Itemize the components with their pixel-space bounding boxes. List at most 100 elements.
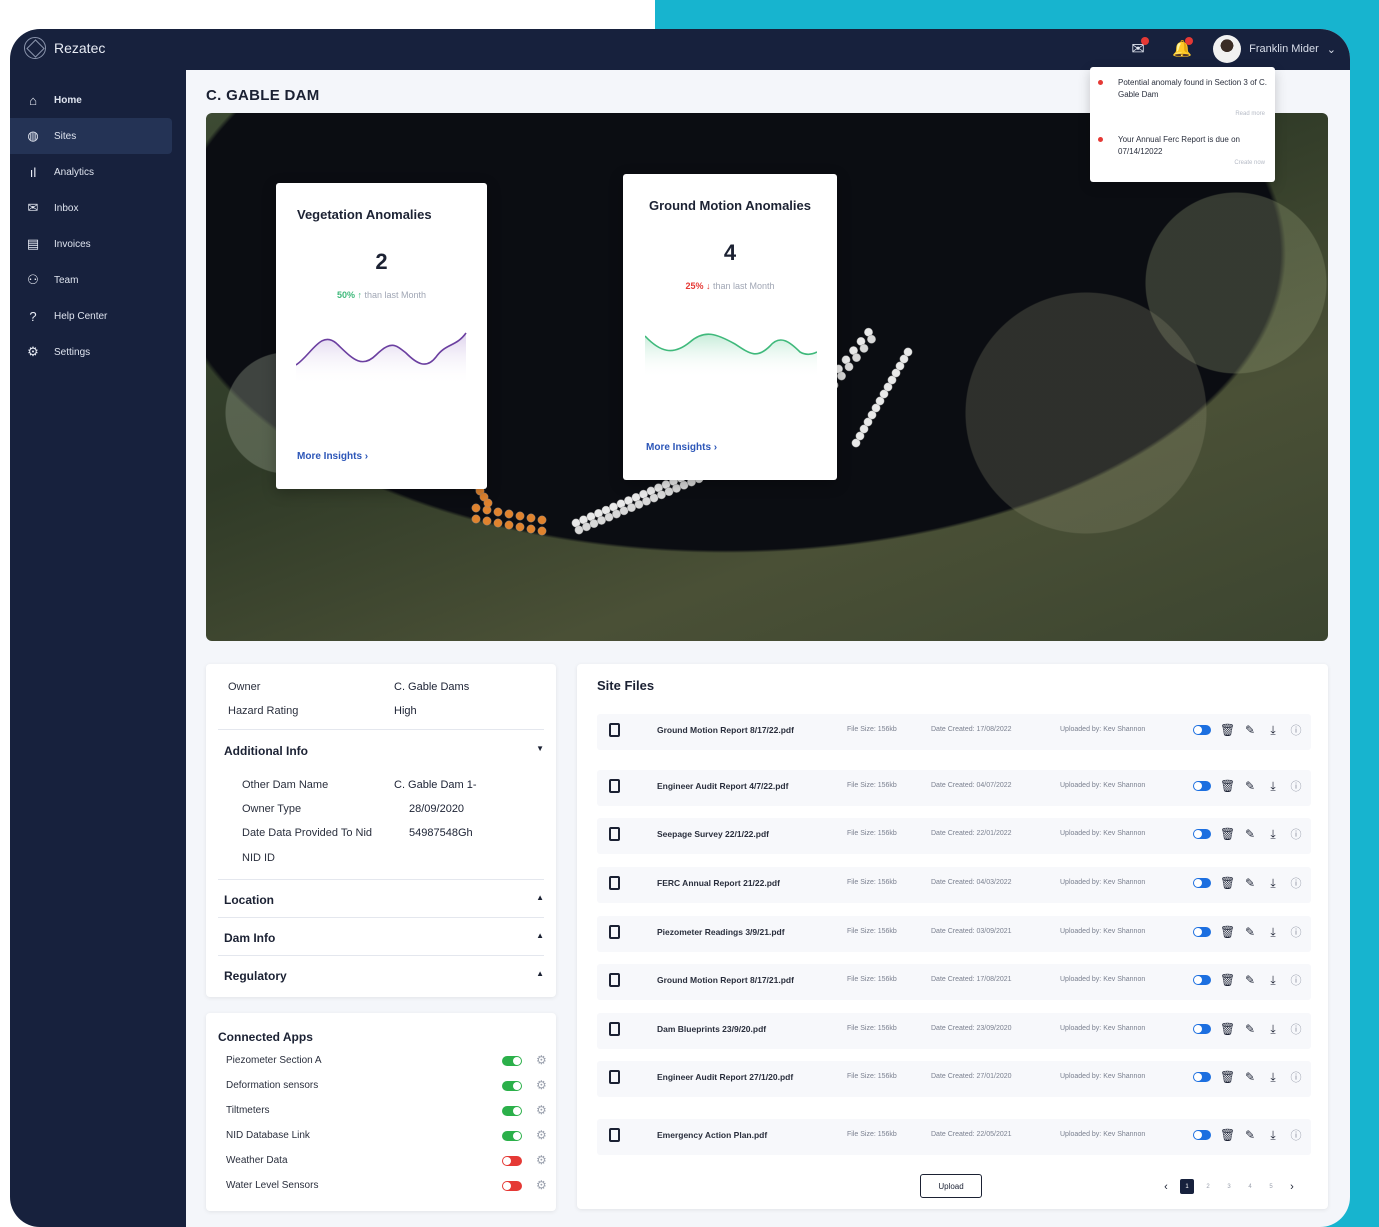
gear-icon[interactable]: ⚙ [536, 1103, 547, 1117]
satellite-map[interactable]: Vegetation Anomalies 2 50% ↑ than last M… [206, 113, 1328, 641]
user-menu[interactable]: Franklin Mider ⌄ [1213, 35, 1336, 63]
sidebar-item-analytics[interactable]: ıl Analytics [10, 154, 172, 190]
brand[interactable]: Rezatec [24, 37, 105, 59]
info-icon[interactable]: ⓘ [1289, 722, 1303, 738]
chevron-left-icon[interactable]: ‹ [1159, 1179, 1173, 1194]
vegetation-anomalies-card[interactable]: Vegetation Anomalies 2 50% ↑ than last M… [276, 183, 487, 489]
notification-item[interactable]: Potential anomaly found in Section 3 of … [1098, 77, 1267, 117]
edit-icon[interactable]: ✎ [1243, 1022, 1257, 1036]
location-header[interactable]: Location ▲ [224, 893, 544, 907]
edit-icon[interactable]: ✎ [1243, 779, 1257, 793]
page-1[interactable]: 1 [1180, 1179, 1194, 1194]
edit-icon[interactable]: ✎ [1243, 876, 1257, 890]
gear-icon[interactable]: ⚙ [536, 1053, 547, 1067]
trash-icon[interactable]: 🗑 [1220, 1128, 1235, 1142]
file-row[interactable]: Engineer Audit Report 4/7/22.pdf File Siz… [597, 770, 1311, 806]
sidebar-item-team[interactable]: ⚇ Team [10, 262, 172, 298]
gear-icon[interactable]: ⚙ [536, 1128, 547, 1142]
app-toggle[interactable] [502, 1056, 522, 1066]
file-name[interactable]: Seepage Survey 22/1/22.pdf [657, 829, 769, 839]
app-toggle[interactable] [502, 1131, 522, 1141]
file-row[interactable]: FERC Annual Report 21/22.pdf File Size: 1… [597, 867, 1311, 903]
bell-icon[interactable]: 🔔 [1169, 36, 1195, 62]
info-icon[interactable]: ⓘ [1289, 1069, 1303, 1085]
download-icon[interactable]: ⤓ [1266, 1022, 1280, 1037]
file-toggle[interactable] [1193, 1024, 1211, 1034]
info-icon[interactable]: ⓘ [1289, 826, 1303, 842]
file-name[interactable]: FERC Annual Report 21/22.pdf [657, 878, 780, 888]
page-2[interactable]: 2 [1201, 1179, 1215, 1194]
info-icon[interactable]: ⓘ [1289, 1021, 1303, 1037]
file-toggle[interactable] [1193, 829, 1211, 839]
app-toggle[interactable] [502, 1181, 522, 1191]
sidebar-item-home[interactable]: ⌂ Home [10, 82, 172, 118]
edit-icon[interactable]: ✎ [1243, 827, 1257, 841]
file-name[interactable]: Engineer Audit Report 27/1/20.pdf [657, 1072, 793, 1082]
app-toggle[interactable] [502, 1081, 522, 1091]
gear-icon[interactable]: ⚙ [536, 1153, 547, 1167]
info-icon[interactable]: ⓘ [1289, 875, 1303, 891]
sidebar-item-inbox[interactable]: ✉ Inbox [10, 190, 172, 226]
file-row[interactable]: Emergency Action Plan.pdf File Size: 156k… [597, 1119, 1311, 1155]
notification-item[interactable]: Your Annual Ferc Report is due on 07/14/… [1098, 134, 1267, 174]
file-toggle[interactable] [1193, 781, 1211, 791]
file-row[interactable]: Engineer Audit Report 27/1/20.pdf File Si… [597, 1061, 1311, 1097]
gear-icon[interactable]: ⚙ [536, 1178, 547, 1192]
file-row[interactable]: Piezometer Readings 3/9/21.pdf File Size:… [597, 916, 1311, 952]
trash-icon[interactable]: 🗑 [1220, 1070, 1235, 1084]
trash-icon[interactable]: 🗑 [1220, 925, 1235, 939]
edit-icon[interactable]: ✎ [1243, 1128, 1257, 1142]
download-icon[interactable]: ⤓ [1266, 779, 1280, 794]
info-icon[interactable]: ⓘ [1289, 924, 1303, 940]
page-3[interactable]: 3 [1222, 1179, 1236, 1194]
page-4[interactable]: 4 [1243, 1179, 1257, 1194]
file-toggle[interactable] [1193, 927, 1211, 937]
upload-button[interactable]: Upload [920, 1174, 982, 1198]
info-icon[interactable]: ⓘ [1289, 1127, 1303, 1143]
file-toggle[interactable] [1193, 725, 1211, 735]
file-toggle[interactable] [1193, 975, 1211, 985]
download-icon[interactable]: ⤓ [1266, 876, 1280, 891]
edit-icon[interactable]: ✎ [1243, 925, 1257, 939]
ground-motion-anomalies-card[interactable]: Ground Motion Anomalies 4 25% ↓ than las… [623, 174, 837, 480]
file-name[interactable]: Dam Blueprints 23/9/20.pdf [657, 1024, 766, 1034]
trash-icon[interactable]: 🗑 [1220, 827, 1235, 841]
more-insights-link[interactable]: More Insights › [297, 451, 368, 462]
download-icon[interactable]: ⤓ [1266, 723, 1280, 738]
edit-icon[interactable]: ✎ [1243, 973, 1257, 987]
info-icon[interactable]: ⓘ [1289, 972, 1303, 988]
file-toggle[interactable] [1193, 1072, 1211, 1082]
page-5[interactable]: 5 [1264, 1179, 1278, 1194]
sidebar-item-settings[interactable]: ⚙ Settings [10, 334, 172, 370]
info-icon[interactable]: ⓘ [1289, 778, 1303, 794]
file-name[interactable]: Engineer Audit Report 4/7/22.pdf [657, 781, 788, 791]
edit-icon[interactable]: ✎ [1243, 1070, 1257, 1084]
messages-icon[interactable]: ✉ [1125, 36, 1151, 62]
chevron-right-icon[interactable]: › [1285, 1179, 1299, 1194]
sidebar-item-sites[interactable]: ◍ Sites [10, 118, 172, 154]
download-icon[interactable]: ⤓ [1266, 973, 1280, 988]
trash-icon[interactable]: 🗑 [1220, 876, 1235, 890]
additional-info-header[interactable]: Additional Info ▼ [224, 744, 544, 758]
trash-icon[interactable]: 🗑 [1220, 1022, 1235, 1036]
more-insights-link[interactable]: More Insights › [646, 442, 717, 453]
create-now-link[interactable]: Create now [1234, 160, 1265, 166]
download-icon[interactable]: ⤓ [1266, 827, 1280, 842]
file-name[interactable]: Piezometer Readings 3/9/21.pdf [657, 927, 785, 937]
trash-icon[interactable]: 🗑 [1220, 723, 1235, 737]
file-name[interactable]: Emergency Action Plan.pdf [657, 1130, 767, 1140]
read-more-link[interactable]: Read more [1235, 111, 1265, 117]
sidebar-item-invoices[interactable]: ▤ Invoices [10, 226, 172, 262]
file-name[interactable]: Ground Motion Report 8/17/22.pdf [657, 725, 794, 735]
gear-icon[interactable]: ⚙ [536, 1078, 547, 1092]
download-icon[interactable]: ⤓ [1266, 1128, 1280, 1143]
file-toggle[interactable] [1193, 1130, 1211, 1140]
regulatory-header[interactable]: Regulatory ▲ [224, 969, 544, 983]
sidebar-item-help-center[interactable]: ? Help Center [10, 298, 172, 334]
download-icon[interactable]: ⤓ [1266, 1070, 1280, 1085]
app-toggle[interactable] [502, 1156, 522, 1166]
dam-info-header[interactable]: Dam Info ▲ [224, 931, 544, 945]
file-row[interactable]: Seepage Survey 22/1/22.pdf File Size: 156… [597, 818, 1311, 854]
download-icon[interactable]: ⤓ [1266, 925, 1280, 940]
file-name[interactable]: Ground Motion Report 8/17/21.pdf [657, 975, 794, 985]
